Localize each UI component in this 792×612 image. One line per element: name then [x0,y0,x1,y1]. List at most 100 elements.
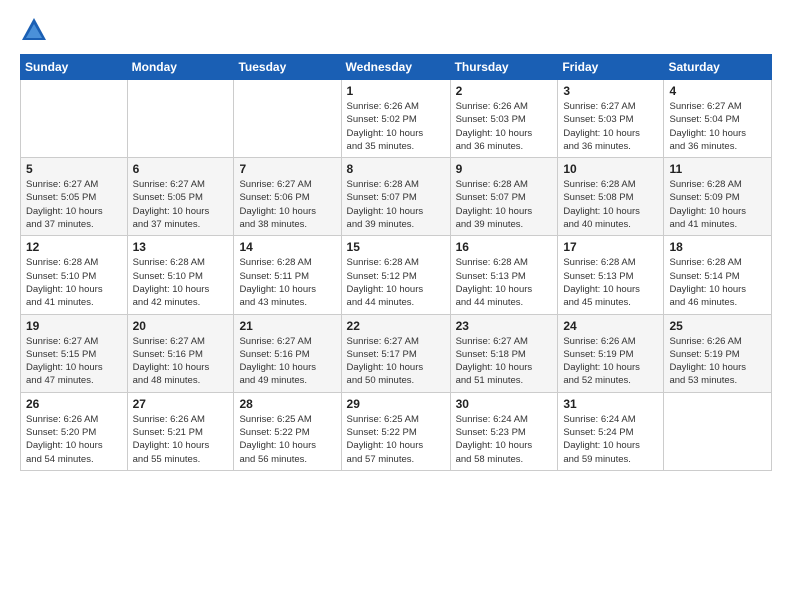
calendar-cell [21,80,128,158]
day-number: 18 [669,240,766,254]
day-number: 12 [26,240,122,254]
day-info: Sunrise: 6:25 AM Sunset: 5:22 PM Dayligh… [239,413,335,466]
day-number: 31 [563,397,658,411]
day-number: 23 [456,319,553,333]
day-number: 21 [239,319,335,333]
weekday-header-thursday: Thursday [450,55,558,80]
calendar-cell: 20Sunrise: 6:27 AM Sunset: 5:16 PM Dayli… [127,314,234,392]
day-info: Sunrise: 6:27 AM Sunset: 5:18 PM Dayligh… [456,335,553,388]
day-number: 25 [669,319,766,333]
day-info: Sunrise: 6:26 AM Sunset: 5:19 PM Dayligh… [669,335,766,388]
day-number: 8 [347,162,445,176]
day-info: Sunrise: 6:24 AM Sunset: 5:23 PM Dayligh… [456,413,553,466]
day-info: Sunrise: 6:26 AM Sunset: 5:19 PM Dayligh… [563,335,658,388]
calendar-table: SundayMondayTuesdayWednesdayThursdayFrid… [20,54,772,471]
day-info: Sunrise: 6:28 AM Sunset: 5:13 PM Dayligh… [456,256,553,309]
calendar-cell: 2Sunrise: 6:26 AM Sunset: 5:03 PM Daylig… [450,80,558,158]
calendar-cell [234,80,341,158]
day-number: 5 [26,162,122,176]
day-info: Sunrise: 6:28 AM Sunset: 5:12 PM Dayligh… [347,256,445,309]
day-number: 9 [456,162,553,176]
logo-icon [20,16,48,44]
day-number: 4 [669,84,766,98]
page: SundayMondayTuesdayWednesdayThursdayFrid… [0,0,792,612]
header [20,16,772,44]
day-number: 22 [347,319,445,333]
weekday-header-tuesday: Tuesday [234,55,341,80]
calendar-cell: 13 Sunrise: 6:28 AM Sunset: 5:10 PM Dayli… [127,236,234,314]
day-info: Sunrise: 6:28 AM Sunset: 5:13 PM Dayligh… [563,256,658,309]
day-info: Sunrise: 6:28 AM Sunset: 5:08 PM Dayligh… [563,178,658,231]
weekday-header-row: SundayMondayTuesdayWednesdayThursdayFrid… [21,55,772,80]
calendar-cell: 1Sunrise: 6:26 AM Sunset: 5:02 PM Daylig… [341,80,450,158]
weekday-header-monday: Monday [127,55,234,80]
day-number: 7 [239,162,335,176]
day-info: Sunrise: 6:28 AM Sunset: 5:09 PM Dayligh… [669,178,766,231]
day-number: 27 [133,397,229,411]
day-info: Sunrise: 6:27 AM Sunset: 5:03 PM Dayligh… [563,100,658,153]
day-info: Sunrise: 6:27 AM Sunset: 5:04 PM Dayligh… [669,100,766,153]
calendar-cell: 27 Sunrise: 6:26 AM Sunset: 5:21 PM Dayli… [127,392,234,470]
day-number: 11 [669,162,766,176]
day-number: 19 [26,319,122,333]
calendar-cell: 11 Sunrise: 6:28 AM Sunset: 5:09 PM Dayli… [664,158,772,236]
day-info: Sunrise: 6:27 AM Sunset: 5:16 PM Dayligh… [239,335,335,388]
calendar-cell: 6Sunrise: 6:27 AM Sunset: 5:05 PM Daylig… [127,158,234,236]
day-number: 14 [239,240,335,254]
day-number: 20 [133,319,229,333]
day-info: Sunrise: 6:27 AM Sunset: 5:05 PM Dayligh… [133,178,229,231]
calendar-cell: 4 Sunrise: 6:27 AM Sunset: 5:04 PM Daylig… [664,80,772,158]
day-number: 28 [239,397,335,411]
calendar-cell: 9 Sunrise: 6:28 AM Sunset: 5:07 PM Daylig… [450,158,558,236]
day-number: 29 [347,397,445,411]
calendar-cell [664,392,772,470]
calendar-cell: 12 Sunrise: 6:28 AM Sunset: 5:10 PM Dayli… [21,236,128,314]
day-number: 26 [26,397,122,411]
calendar-cell: 18 Sunrise: 6:28 AM Sunset: 5:14 PM Dayli… [664,236,772,314]
day-info: Sunrise: 6:25 AM Sunset: 5:22 PM Dayligh… [347,413,445,466]
day-info: Sunrise: 6:26 AM Sunset: 5:20 PM Dayligh… [26,413,122,466]
day-info: Sunrise: 6:28 AM Sunset: 5:07 PM Dayligh… [456,178,553,231]
calendar-cell: 21 Sunrise: 6:27 AM Sunset: 5:16 PM Dayli… [234,314,341,392]
calendar-cell: 16Sunrise: 6:28 AM Sunset: 5:13 PM Dayli… [450,236,558,314]
calendar-week-2: 5 Sunrise: 6:27 AM Sunset: 5:05 PM Daylig… [21,158,772,236]
day-number: 13 [133,240,229,254]
day-info: Sunrise: 6:26 AM Sunset: 5:03 PM Dayligh… [456,100,553,153]
day-info: Sunrise: 6:28 AM Sunset: 5:10 PM Dayligh… [26,256,122,309]
day-number: 15 [347,240,445,254]
calendar-week-4: 19 Sunrise: 6:27 AM Sunset: 5:15 PM Dayli… [21,314,772,392]
calendar-cell: 8 Sunrise: 6:28 AM Sunset: 5:07 PM Daylig… [341,158,450,236]
day-info: Sunrise: 6:28 AM Sunset: 5:10 PM Dayligh… [133,256,229,309]
logo [20,16,52,44]
calendar-cell: 26 Sunrise: 6:26 AM Sunset: 5:20 PM Dayli… [21,392,128,470]
day-info: Sunrise: 6:28 AM Sunset: 5:14 PM Dayligh… [669,256,766,309]
calendar-cell: 30 Sunrise: 6:24 AM Sunset: 5:23 PM Dayli… [450,392,558,470]
calendar-week-5: 26 Sunrise: 6:26 AM Sunset: 5:20 PM Dayli… [21,392,772,470]
day-info: Sunrise: 6:27 AM Sunset: 5:15 PM Dayligh… [26,335,122,388]
day-number: 10 [563,162,658,176]
day-info: Sunrise: 6:27 AM Sunset: 5:17 PM Dayligh… [347,335,445,388]
day-number: 24 [563,319,658,333]
day-info: Sunrise: 6:26 AM Sunset: 5:02 PM Dayligh… [347,100,445,153]
calendar-cell: 29 Sunrise: 6:25 AM Sunset: 5:22 PM Dayli… [341,392,450,470]
day-info: Sunrise: 6:28 AM Sunset: 5:07 PM Dayligh… [347,178,445,231]
day-number: 30 [456,397,553,411]
weekday-header-sunday: Sunday [21,55,128,80]
calendar-week-3: 12 Sunrise: 6:28 AM Sunset: 5:10 PM Dayli… [21,236,772,314]
weekday-header-friday: Friday [558,55,664,80]
calendar-cell: 5Sunrise: 6:27 AM Sunset: 5:05 PM Daylig… [21,158,128,236]
day-info: Sunrise: 6:26 AM Sunset: 5:21 PM Dayligh… [133,413,229,466]
calendar-cell: 19 Sunrise: 6:27 AM Sunset: 5:15 PM Dayli… [21,314,128,392]
calendar-cell: 10 Sunrise: 6:28 AM Sunset: 5:08 PM Dayli… [558,158,664,236]
calendar-cell: 17Sunrise: 6:28 AM Sunset: 5:13 PM Dayli… [558,236,664,314]
calendar-cell: 28 Sunrise: 6:25 AM Sunset: 5:22 PM Dayli… [234,392,341,470]
day-info: Sunrise: 6:27 AM Sunset: 5:06 PM Dayligh… [239,178,335,231]
calendar-cell: 15 Sunrise: 6:28 AM Sunset: 5:12 PM Dayli… [341,236,450,314]
day-info: Sunrise: 6:24 AM Sunset: 5:24 PM Dayligh… [563,413,658,466]
calendar-cell: 24 Sunrise: 6:26 AM Sunset: 5:19 PM Dayli… [558,314,664,392]
weekday-header-wednesday: Wednesday [341,55,450,80]
calendar-cell: 22 Sunrise: 6:27 AM Sunset: 5:17 PM Dayli… [341,314,450,392]
calendar-cell: 14Sunrise: 6:28 AM Sunset: 5:11 PM Dayli… [234,236,341,314]
calendar-cell [127,80,234,158]
calendar-week-1: 1Sunrise: 6:26 AM Sunset: 5:02 PM Daylig… [21,80,772,158]
